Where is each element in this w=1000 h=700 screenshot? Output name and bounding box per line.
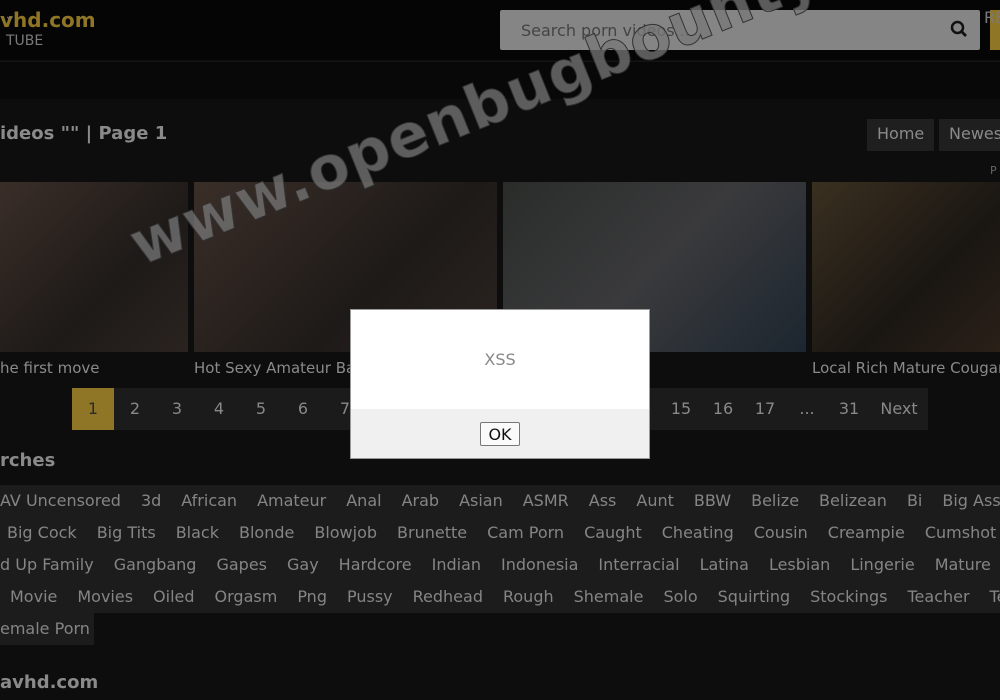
tag-link[interactable]: Brunette (397, 517, 467, 549)
tag-link[interactable]: Stockings (810, 581, 887, 613)
tag-link[interactable]: African (181, 485, 237, 517)
page-title: ideos "" | Page 1 (0, 123, 168, 144)
tag-link[interactable]: Cheating (662, 517, 734, 549)
next-page-button[interactable]: Next (870, 388, 928, 430)
page-17[interactable]: 17 (744, 388, 786, 430)
tag-link[interactable]: emale Porn (0, 613, 90, 645)
tag-link[interactable]: Pussy (347, 581, 393, 613)
tag-link[interactable]: ASMR (523, 485, 569, 517)
tag-link[interactable]: Belizean (819, 485, 887, 517)
tag-link[interactable]: Indonesia (501, 549, 578, 581)
tag-link[interactable]: Gangbang (114, 549, 197, 581)
tag-link[interactable]: BBW (694, 485, 731, 517)
page-16[interactable]: 16 (702, 388, 744, 430)
tag-link[interactable]: Latina (700, 549, 749, 581)
tag-link[interactable]: Indian (432, 549, 481, 581)
page-ellipsis: ... (799, 399, 815, 418)
page-6[interactable]: 6 (282, 388, 324, 430)
ok-button[interactable]: OK (480, 422, 520, 446)
tag-link[interactable]: Shemale (574, 581, 644, 613)
tag-row: emale Porn (0, 613, 90, 645)
tag-link[interactable]: Gapes (216, 549, 267, 581)
tag-link[interactable]: Redhead (413, 581, 483, 613)
alert-dialog: XSS OK (350, 309, 650, 459)
tag-link[interactable]: Orgasm (215, 581, 278, 613)
tag-link[interactable]: Te (990, 581, 1000, 613)
tag-link[interactable]: Cumshot (925, 517, 996, 549)
tag-link[interactable]: Cousin (754, 517, 808, 549)
tag-link[interactable]: Big Tits (97, 517, 156, 549)
tag-link[interactable]: Mature (935, 549, 991, 581)
page-31[interactable]: 31 (828, 388, 870, 430)
sort-label: P (990, 164, 997, 177)
tag-link[interactable]: Lesbian (769, 549, 830, 581)
tag-link[interactable]: Caught (584, 517, 642, 549)
search-icon[interactable] (950, 20, 968, 38)
tag-link[interactable]: Teacher (907, 581, 969, 613)
tag-link[interactable]: Arab (402, 485, 439, 517)
tag-row: AV Uncensored 3d African Amateur Anal Arab Asi… (0, 485, 1000, 517)
chevron-down-icon[interactable]: ⌄ (4, 8, 16, 24)
tag-link[interactable]: Squirting (718, 581, 791, 613)
tag-link[interactable]: Solo (663, 581, 697, 613)
video-thumbnail[interactable] (812, 182, 1000, 352)
tag-link[interactable]: Ass (589, 485, 617, 517)
tag-row: Big Cock Big Tits Black Blonde Blowjob Brunet… (7, 517, 996, 549)
tag-link[interactable]: Asian (459, 485, 503, 517)
tag-link[interactable]: Creampie (828, 517, 905, 549)
tag-link[interactable]: d Up Family (0, 549, 94, 581)
page-3[interactable]: 3 (156, 388, 198, 430)
tag-link[interactable]: Movie (10, 581, 57, 613)
site-tagline: TUBE (6, 33, 44, 49)
tag-link[interactable]: Amateur (257, 485, 326, 517)
tag-link[interactable]: Aunt (636, 485, 674, 517)
tag-link[interactable]: AV Uncensored (0, 485, 121, 517)
page-5[interactable]: 5 (240, 388, 282, 430)
tag-link[interactable]: Movies (77, 581, 133, 613)
tag-link[interactable]: 3d (141, 485, 161, 517)
page-15[interactable]: 15 (660, 388, 702, 430)
page-4[interactable]: 4 (198, 388, 240, 430)
tag-link[interactable]: Big Cock (7, 517, 77, 549)
tag-link[interactable]: Big Ass (942, 485, 1000, 517)
sort-newest-button[interactable]: Newest (939, 119, 1000, 151)
tag-link[interactable]: Anal (346, 485, 381, 517)
tag-row: Movie Movies Oiled Orgasm Png Pussy Redhead Rou… (10, 581, 1000, 613)
tag-link[interactable]: Png (297, 581, 327, 613)
searches-heading: rches (0, 450, 56, 471)
dialog-message: XSS (484, 350, 516, 369)
tag-link[interactable]: Cam Porn (487, 517, 564, 549)
tag-link[interactable]: Hardcore (339, 549, 412, 581)
tag-link[interactable]: Interracial (598, 549, 679, 581)
sort-home-button[interactable]: Home (867, 119, 935, 151)
tag-link[interactable]: Oiled (153, 581, 194, 613)
page-1[interactable]: 1 (72, 388, 114, 430)
page-2[interactable]: 2 (114, 388, 156, 430)
footer-logo[interactable]: avhd.com (0, 672, 98, 693)
tag-link[interactable]: Rough (503, 581, 554, 613)
tag-link[interactable]: Lingerie (850, 549, 914, 581)
tag-link[interactable]: Bi (907, 485, 922, 517)
tag-row: d Up Family Gangbang Gapes Gay Hardcore India… (0, 549, 991, 581)
video-title[interactable]: Local Rich Mature Cougar (812, 359, 1000, 377)
tag-link[interactable]: Gay (287, 549, 319, 581)
tag-link[interactable]: Belize (751, 485, 799, 517)
video-title[interactable]: he first move (0, 359, 188, 377)
nav-item[interactable]: RE (984, 8, 1000, 27)
tag-link[interactable]: Blowjob (314, 517, 377, 549)
tag-link[interactable]: Blonde (239, 517, 294, 549)
tag-link[interactable]: Black (176, 517, 219, 549)
